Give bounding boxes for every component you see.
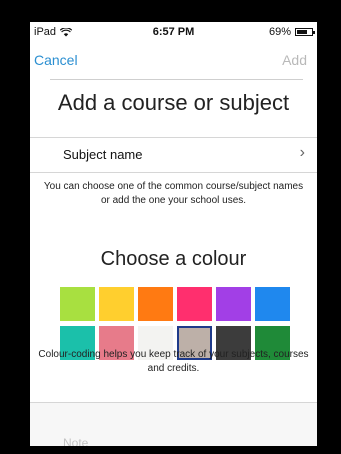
subject-name-label: Subject name xyxy=(63,147,143,162)
note-input[interactable] xyxy=(63,436,293,446)
battery-percent: 69% xyxy=(268,26,291,38)
colour-swatch-blue[interactable] xyxy=(255,287,290,321)
colour-swatch-pink-red[interactable] xyxy=(177,287,212,321)
nav-bar: Cancel Add xyxy=(30,48,317,76)
subject-name-row[interactable]: Subject name › xyxy=(30,138,317,172)
colour-swatch-purple[interactable] xyxy=(216,287,251,321)
nav-divider xyxy=(50,79,303,80)
colour-caption: Colour-coding helps you keep track of yo… xyxy=(38,349,309,374)
cancel-button[interactable]: Cancel xyxy=(34,52,78,68)
page-title: Add a course or subject xyxy=(57,90,290,115)
choose-colour-title: Choose a colour xyxy=(100,248,247,270)
add-button[interactable]: Add xyxy=(282,52,307,68)
colour-swatch-lime-green[interactable] xyxy=(60,287,95,321)
screen: iPad 6:57 PM 69% Cancel Add Add a course… xyxy=(30,22,317,446)
colour-swatch-yellow[interactable] xyxy=(99,287,134,321)
battery-icon xyxy=(295,28,315,36)
chevron-right-icon: › xyxy=(299,144,305,161)
status-bar: iPad 6:57 PM 69% xyxy=(30,22,317,42)
help-text: You can choose one of the common course/… xyxy=(43,181,304,206)
colour-swatch-orange[interactable] xyxy=(138,287,173,321)
divider xyxy=(30,172,317,173)
